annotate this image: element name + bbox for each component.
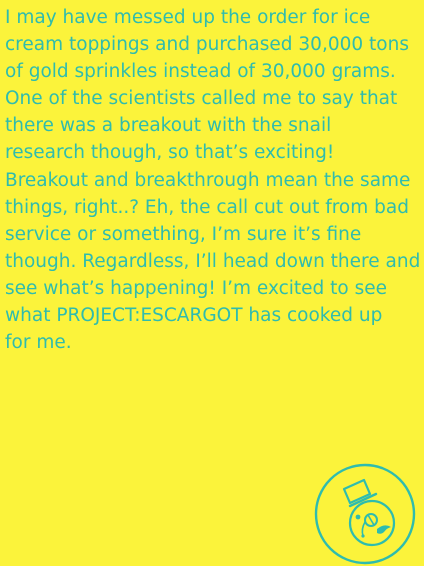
note-text: I may have messed up the order for ice c… — [5, 7, 421, 354]
note-page: { "note": { "text": "I may have messed u… — [0, 0, 424, 566]
top-hat-monocle-snail-logo-icon — [314, 463, 416, 565]
